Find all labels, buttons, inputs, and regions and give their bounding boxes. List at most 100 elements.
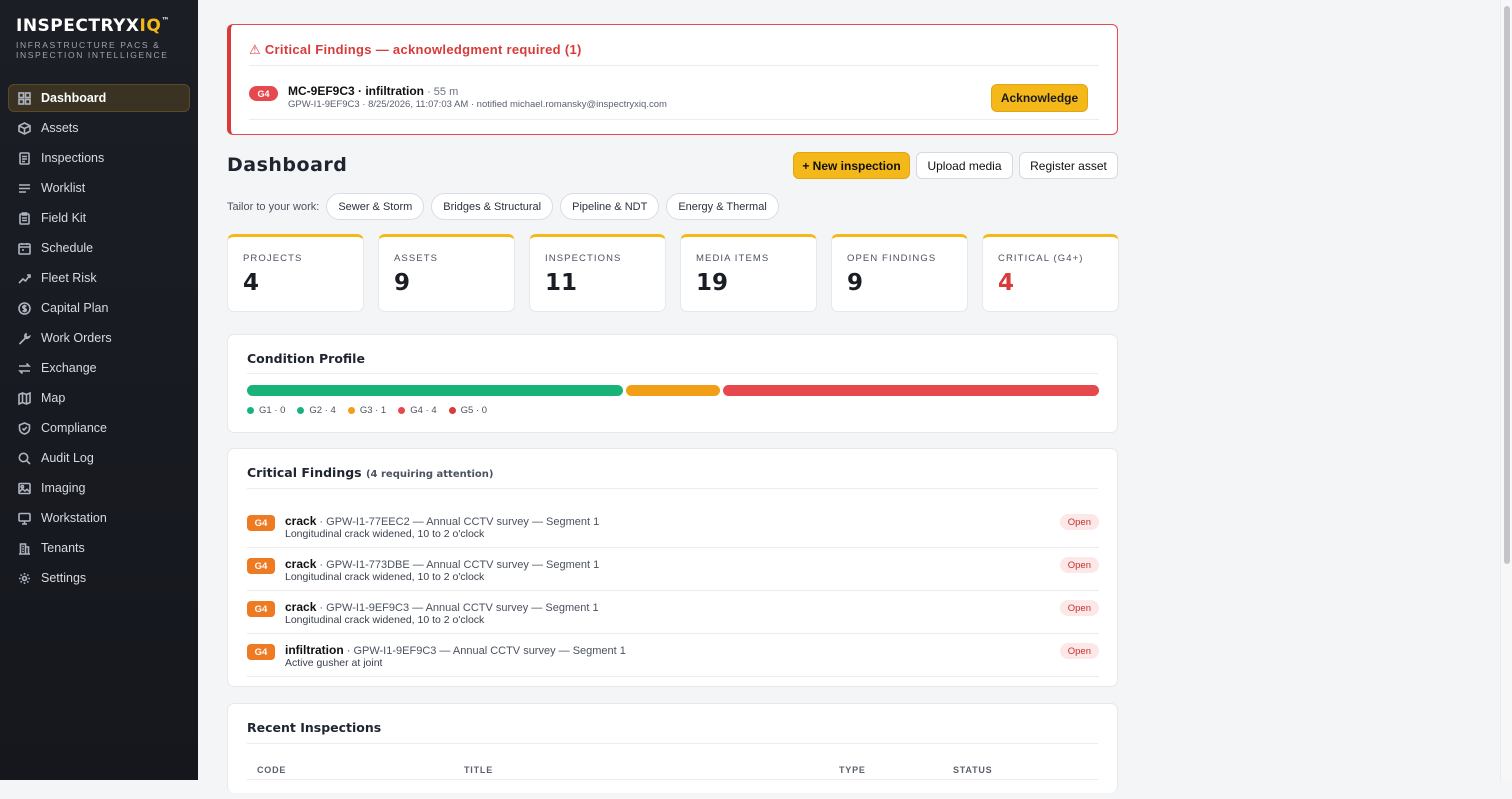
acknowledge-button[interactable]: Acknowledge (991, 84, 1088, 112)
legend-item: G2 · 4 (297, 405, 336, 416)
finding-row[interactable]: G4 crack · GPW-I1-773DBE — Annual CCTV su… (247, 548, 1099, 591)
calendar-icon (18, 242, 31, 255)
sidebar-item-inspections[interactable]: Inspections (8, 144, 190, 172)
finding-title: crack · GPW-I1-9EF9C3 — Annual CCTV surv… (285, 600, 599, 614)
search-icon (18, 452, 31, 465)
stat-card-projects[interactable]: PROJECTS 4 (227, 234, 364, 312)
register-asset-button[interactable]: Register asset (1019, 152, 1118, 179)
sidebar-item-worklist[interactable]: Worklist (8, 174, 190, 202)
stat-card-open-findings[interactable]: OPEN FINDINGS 9 (831, 234, 968, 312)
recent-inspections-card: Recent Inspections CODE TITLE TYPE STATU… (227, 703, 1118, 793)
finding-description: Longitudinal crack widened, 10 to 2 o'cl… (285, 571, 485, 583)
page-title: Dashboard (227, 154, 348, 176)
scrollbar[interactable] (1500, 0, 1512, 780)
brand-logo[interactable]: INSPECTRYXIQ™ INFRASTRUCTURE PACS & INSP… (16, 16, 170, 60)
legend-label: G4 · 4 (410, 405, 437, 416)
finding-description: Longitudinal crack widened, 10 to 2 o'cl… (285, 528, 485, 540)
finding-description: Longitudinal crack widened, 10 to 2 o'cl… (285, 614, 485, 626)
stats-row: PROJECTS 4 ASSETS 9 INSPECTIONS 11 MEDIA ITEMS… (227, 234, 1119, 312)
legend-item: G4 · 4 (398, 405, 437, 416)
sidebar-item-label: Dashboard (41, 91, 107, 105)
condition-segment-g2 (247, 385, 623, 396)
alert-finding[interactable]: MC-9EF9C3 · infiltration · 55 m (288, 84, 458, 98)
sidebar-nav: Dashboard Assets Inspections Worklist Field … (8, 84, 190, 594)
status-badge: Open (1059, 600, 1099, 616)
finding-title: infiltration · GPW-I1-9EF9C3 — Annual CC… (285, 643, 626, 657)
swap-icon (18, 362, 31, 375)
legend-item: G1 · 0 (247, 405, 285, 416)
grade-badge: G4 (247, 558, 275, 574)
sidebar-item-label: Inspections (41, 151, 105, 165)
status-badge: Open (1059, 514, 1099, 530)
divider (249, 65, 1099, 66)
stat-value: 11 (545, 270, 578, 296)
stat-value: 9 (394, 270, 411, 296)
sidebar-item-tenants[interactable]: Tenants (8, 534, 190, 562)
finding-row[interactable]: G4 crack · GPW-I1-77EEC2 — Annual CCTV su… (247, 505, 1099, 548)
stat-card-media-items[interactable]: MEDIA ITEMS 19 (680, 234, 817, 312)
divider (247, 743, 1098, 744)
sidebar-item-capital-plan[interactable]: Capital Plan (8, 294, 190, 322)
sidebar-item-compliance[interactable]: Compliance (8, 414, 190, 442)
document-icon (18, 151, 31, 165)
sidebar-item-work-orders[interactable]: Work Orders (8, 324, 190, 352)
sidebar-item-schedule[interactable]: Schedule (8, 234, 190, 262)
new-inspection-button[interactable]: + New inspection (793, 152, 910, 179)
sidebar-item-assets[interactable]: Assets (8, 114, 190, 142)
sidebar-item-settings[interactable]: Settings (8, 564, 190, 592)
sidebar-item-audit-log[interactable]: Audit Log (8, 444, 190, 472)
chip-sewer-storm[interactable]: Sewer & Storm (326, 193, 425, 220)
grade-badge: G4 (247, 515, 275, 531)
divider (247, 779, 1098, 780)
legend-label: G5 · 0 (460, 405, 488, 416)
stat-label: CRITICAL (G4+) (998, 253, 1084, 264)
sidebar-item-label: Capital Plan (41, 301, 109, 315)
chip-bridges-structural[interactable]: Bridges & Structural (431, 193, 554, 220)
chip-energy-thermal[interactable]: Energy & Thermal (666, 193, 779, 220)
stat-value: 4 (243, 270, 260, 296)
finding-row[interactable]: G4 crack · GPW-I1-9EF9C3 — Annual CCTV su… (247, 591, 1099, 634)
sidebar-item-label: Assets (41, 121, 79, 135)
sidebar-item-field-kit[interactable]: Field Kit (8, 204, 190, 232)
upload-media-button[interactable]: Upload media (916, 152, 1013, 179)
sidebar-item-exchange[interactable]: Exchange (8, 354, 190, 382)
trend-icon (18, 272, 31, 285)
column-header-status[interactable]: STATUS (953, 765, 992, 775)
column-header-type[interactable]: TYPE (839, 765, 866, 775)
stat-card-critical-g4[interactable]: CRITICAL (G4+) 4 (982, 234, 1119, 312)
stat-card-inspections[interactable]: INSPECTIONS 11 (529, 234, 666, 312)
condition-bar (247, 385, 1099, 396)
monitor-icon (18, 512, 31, 525)
chip-pipeline-ndt[interactable]: Pipeline & NDT (560, 193, 660, 220)
alert-title: ⚠ Critical Findings — acknowledgment req… (249, 42, 582, 57)
shield-icon (18, 421, 31, 435)
sidebar-item-label: Compliance (41, 421, 108, 435)
grade-badge: G4 (249, 86, 278, 101)
sidebar-item-fleet-risk[interactable]: Fleet Risk (8, 264, 190, 292)
sidebar-item-label: Field Kit (41, 211, 87, 225)
stat-card-assets[interactable]: ASSETS 9 (378, 234, 515, 312)
grade-badge: G4 (247, 644, 275, 660)
grade-badge: G4 (247, 601, 275, 617)
finding-row[interactable]: G4 infiltration · GPW-I1-9EF9C3 — Annual … (247, 634, 1099, 677)
legend-dot-icon (247, 407, 254, 414)
sidebar-item-workstation[interactable]: Workstation (8, 504, 190, 532)
sidebar-item-dashboard[interactable]: Dashboard (8, 84, 190, 112)
stat-value: 4 (998, 270, 1015, 296)
stat-label: INSPECTIONS (545, 253, 622, 264)
condition-profile-card: Condition Profile G1 · 0 G2 · 4 G3 · 1 G4 ·… (227, 334, 1118, 433)
legend-item: G5 · 0 (448, 405, 488, 416)
sidebar-item-imaging[interactable]: Imaging (8, 474, 190, 502)
finding-title: crack · GPW-I1-773DBE — Annual CCTV surv… (285, 557, 600, 571)
scrollbar-thumb[interactable] (1504, 6, 1510, 564)
sidebar-item-label: Exchange (41, 361, 97, 375)
column-header-title[interactable]: TITLE (464, 765, 493, 775)
divider (247, 373, 1098, 374)
legend-label: G2 · 4 (309, 405, 336, 416)
column-header-code[interactable]: CODE (257, 765, 286, 775)
sidebar-item-label: Map (41, 391, 66, 405)
tailor-label: Tailor to your work: (227, 200, 320, 213)
stat-value: 9 (847, 270, 864, 296)
building-icon (18, 542, 31, 555)
sidebar-item-map[interactable]: Map (8, 384, 190, 412)
